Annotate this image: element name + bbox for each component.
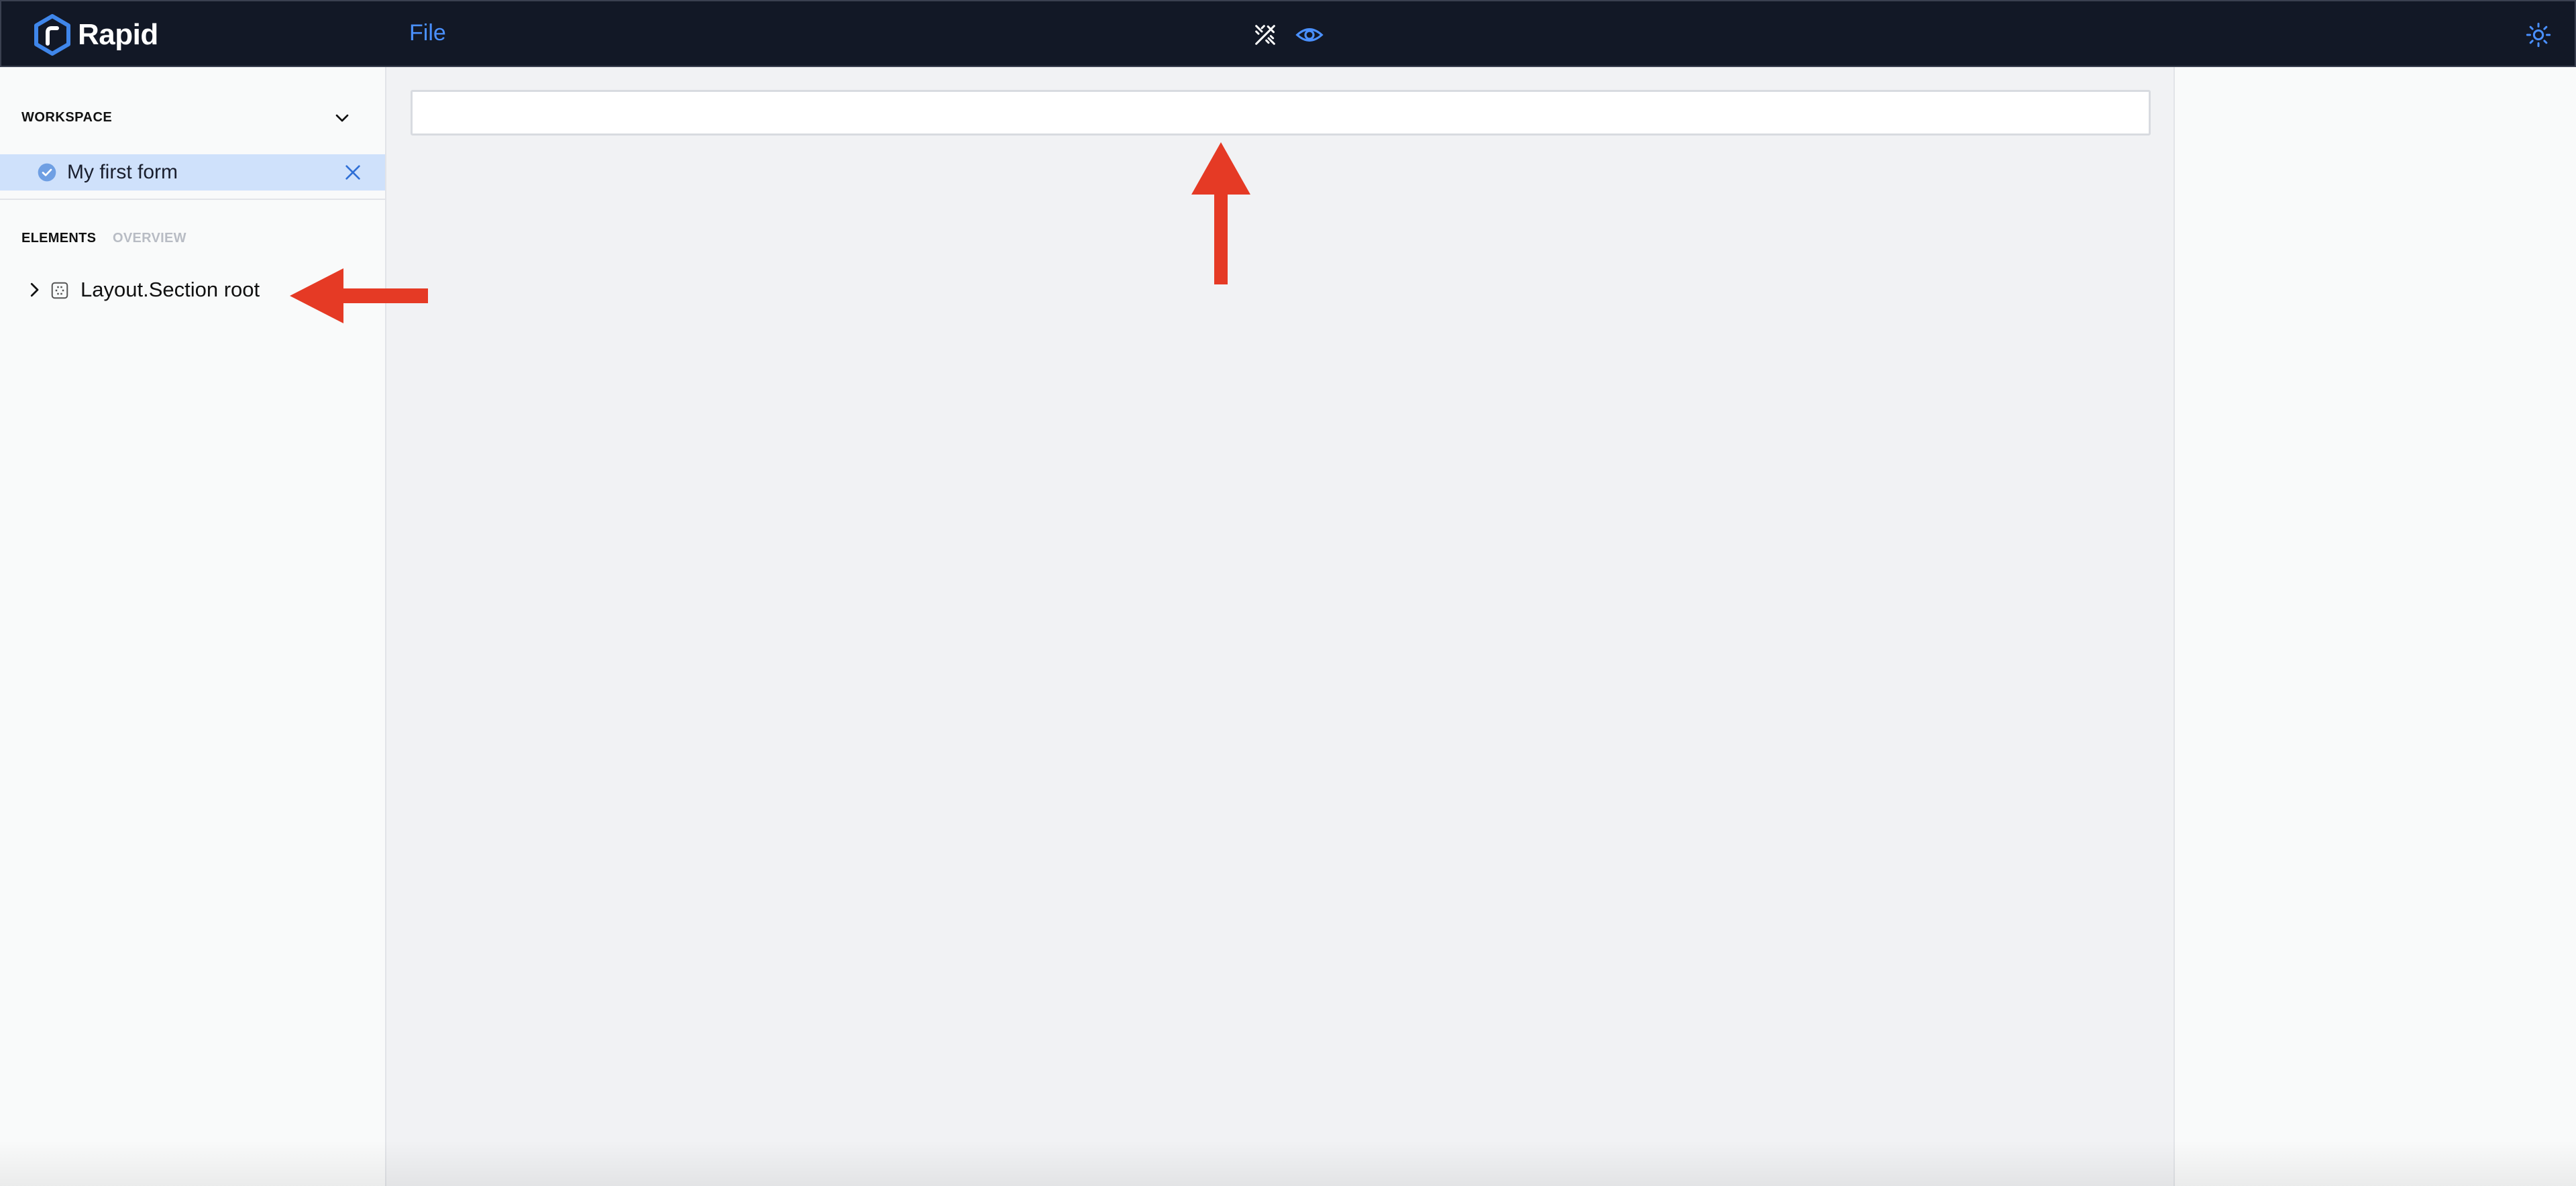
rapid-logo-icon — [34, 14, 70, 56]
right-properties-panel — [2174, 67, 2576, 1186]
divider — [0, 199, 385, 200]
workspace-item-label: My first form — [67, 161, 178, 183]
app-logo[interactable]: Rapid — [34, 13, 158, 56]
root-section-placeholder[interactable] — [411, 90, 2151, 136]
file-menu[interactable]: File — [409, 20, 446, 46]
sun-icon[interactable] — [2525, 21, 2552, 48]
app-name: Rapid — [78, 18, 158, 51]
close-icon[interactable] — [342, 162, 364, 183]
left-sidebar: WORKSPACE My first form ELEMENTS OVERVIE… — [0, 67, 386, 1186]
workspace-item-my-first-form[interactable]: My first form — [0, 154, 385, 191]
workspace-title: WORKSPACE — [21, 110, 113, 125]
top-bar: Rapid File — [0, 0, 2576, 67]
eye-icon[interactable] — [1295, 21, 1324, 48]
tree-item-layout-section-root[interactable]: Layout.Section root — [24, 274, 373, 307]
form-canvas — [388, 67, 2174, 1186]
chevron-right-icon[interactable] — [24, 280, 44, 300]
edit-design-icon[interactable] — [1252, 21, 1279, 48]
tab-elements[interactable]: ELEMENTS — [21, 231, 96, 246]
check-circle-icon — [38, 163, 56, 182]
chevron-down-icon[interactable] — [331, 107, 353, 129]
workspace-header[interactable]: WORKSPACE — [21, 105, 357, 131]
tab-overview[interactable]: OVERVIEW — [113, 231, 186, 246]
tree-item-label: Layout.Section root — [80, 278, 260, 301]
section-icon — [51, 282, 68, 299]
